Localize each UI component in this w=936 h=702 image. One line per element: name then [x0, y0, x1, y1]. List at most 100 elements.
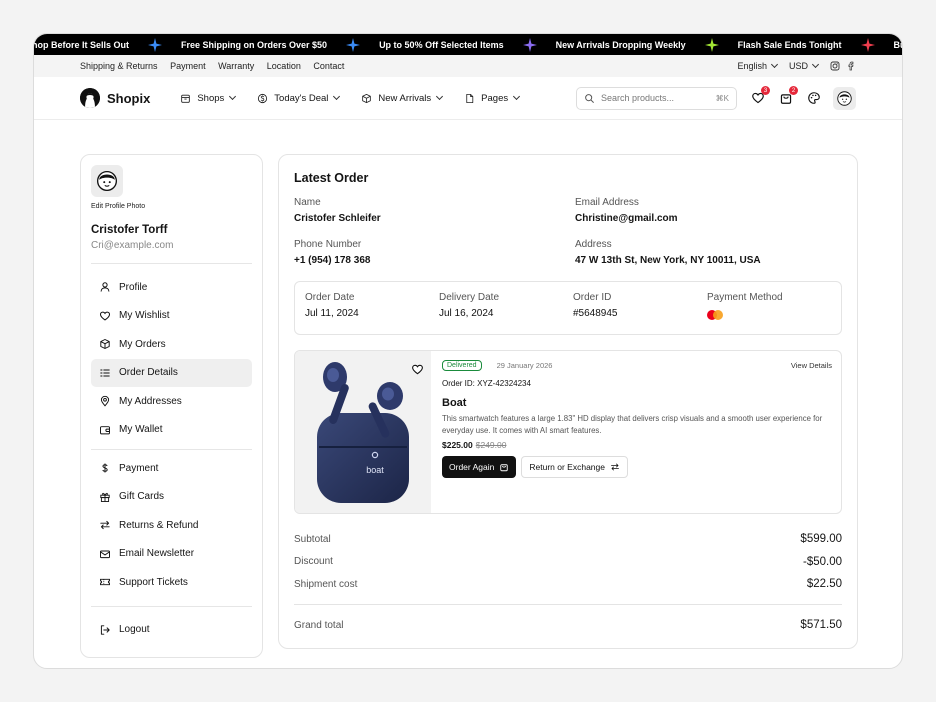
language-value: English: [737, 61, 767, 71]
sidebar-item-orders[interactable]: My Orders: [91, 330, 252, 359]
order-id-label: Order ID: [573, 292, 612, 303]
old-price: $249.00: [475, 440, 507, 451]
sidebar-item-label: Profile: [119, 281, 148, 293]
link-contact[interactable]: Contact: [313, 61, 344, 71]
product-order-id: Order ID: XYZ-42324234: [442, 379, 531, 388]
payment-method-field: Payment Method: [707, 292, 831, 324]
avatar-icon: [837, 90, 852, 106]
brand-name: Shopix: [107, 90, 151, 106]
palette-icon: [808, 92, 820, 104]
sidebar-item-wishlist[interactable]: My Wishlist: [91, 302, 252, 331]
sidebar-item-profile[interactable]: Profile: [91, 273, 252, 302]
order-date-label: Order Date: [305, 292, 355, 303]
product-description: This smartwatch features a large 1.83" H…: [442, 414, 823, 436]
account-avatar-button[interactable]: [833, 86, 856, 110]
heart-icon[interactable]: [411, 363, 424, 376]
heart-icon: [99, 311, 111, 321]
dollar-circle-icon: [258, 93, 268, 103]
gift-icon: [100, 492, 110, 502]
shipment-row: Shipment cost $22.50: [294, 573, 842, 596]
link-shipping-returns[interactable]: Shipping & Returns: [80, 61, 158, 71]
sidebar-item-label: Support Tickets: [119, 576, 188, 588]
brand-logo[interactable]: Shopix: [80, 88, 150, 108]
status-badge: Delivered: [442, 360, 482, 371]
pin-icon: [100, 396, 110, 407]
box-icon: [362, 93, 372, 103]
sparkle-icon: [860, 37, 875, 52]
sidebar-item-support-tickets[interactable]: Support Tickets: [91, 568, 252, 597]
cart-button[interactable]: 2: [777, 86, 798, 107]
utility-links: Shipping & Returns Payment Warranty Loca…: [80, 61, 354, 71]
main-nav: Shops Today's Deal New Arrivals Pages: [180, 92, 521, 104]
nav-shops[interactable]: Shops: [180, 92, 237, 104]
order-again-button[interactable]: Order Again: [442, 456, 517, 479]
product-title: Boat: [442, 397, 467, 409]
current-price: $225.00: [442, 440, 473, 451]
chevron-down-icon: [513, 92, 521, 101]
sidebar-item-newsletter[interactable]: Email Newsletter: [91, 540, 252, 569]
nav-todays-deal[interactable]: Today's Deal: [257, 92, 341, 104]
marquee-item: New Arrivals Dropping Weekly: [556, 37, 738, 52]
theme-button[interactable]: [805, 89, 823, 107]
sidebar-item-wallet[interactable]: My Wallet: [91, 416, 252, 445]
sidebar-item-label: My Wallet: [119, 424, 163, 436]
wishlist-button[interactable]: 3: [749, 86, 770, 107]
shipment-value: $22.50: [806, 578, 842, 591]
return-exchange-button[interactable]: Return or Exchange: [521, 456, 628, 479]
sparkle-icon: [346, 37, 361, 52]
sidebar-item-returns-refund[interactable]: Returns & Refund: [91, 511, 252, 540]
phone-label: Phone Number: [294, 239, 362, 250]
currency-select[interactable]: USD: [789, 60, 820, 71]
link-warranty[interactable]: Warranty: [218, 61, 254, 71]
link-location[interactable]: Location: [267, 61, 301, 71]
name-label: Name: [294, 197, 321, 208]
logout-label: Logout: [119, 624, 150, 636]
grand-total-label: Grand total: [294, 619, 344, 631]
facebook-icon[interactable]: [846, 61, 856, 71]
sidebar-item-gift-cards[interactable]: Gift Cards: [91, 483, 252, 512]
edit-profile-photo-link[interactable]: Edit Profile Photo: [91, 203, 252, 210]
nav-pages[interactable]: Pages: [464, 92, 521, 104]
header-actions: 3 2: [749, 86, 856, 110]
link-payment[interactable]: Payment: [170, 61, 206, 71]
product-info: Delivered 29 January 2026 View Details O…: [412, 351, 841, 513]
marquee-item: Buy 2 Get 1 F: [893, 39, 903, 50]
subtotal-label: Subtotal: [294, 533, 331, 545]
sparkle-icon: [522, 37, 537, 52]
wishlist-count-badge: 3: [761, 86, 770, 95]
nav-shops-label: Shops: [197, 92, 225, 104]
subtotal-row: Subtotal $599.00: [294, 528, 842, 551]
sidebar-item-label: Returns & Refund: [119, 519, 199, 531]
profile-name: Cristofer Torff: [91, 224, 168, 236]
nav-new-arrivals[interactable]: New Arrivals: [361, 93, 444, 104]
delivery-date-field: Delivery Date Jul 16, 2024: [439, 292, 573, 324]
view-details-link[interactable]: View Details: [791, 361, 832, 370]
instagram-icon[interactable]: [830, 61, 840, 71]
cart-count-badge: 2: [789, 86, 798, 95]
announcement-marquee: hop Before It Sells Out Free Shipping on…: [34, 34, 902, 55]
address-label: Address: [575, 239, 612, 250]
sidebar-item-label: Gift Cards: [119, 491, 165, 503]
order-id-field: Order ID #5648945: [573, 292, 707, 324]
grand-total-row: Grand total $571.50: [294, 603, 842, 636]
email-field: Email Address Christine@gmail.com: [575, 197, 842, 224]
chevron-down-icon: [333, 92, 341, 101]
marquee-item: hop Before It Sells Out: [34, 37, 181, 52]
address-value: 47 W 13th St, New York, NY 10011, USA: [575, 255, 761, 266]
order-id-value: #5648945: [573, 308, 618, 319]
search-input[interactable]: Search products... ⌘K: [576, 86, 737, 110]
sparkle-icon: [148, 37, 163, 52]
logout-button[interactable]: Logout: [91, 616, 252, 645]
delivery-date-text: 29 January 2026: [496, 361, 553, 370]
sidebar-item-addresses[interactable]: My Addresses: [91, 387, 252, 416]
shipment-label: Shipment cost: [294, 578, 358, 590]
sidebar-item-label: My Orders: [119, 338, 166, 350]
language-select[interactable]: English: [737, 60, 779, 71]
sidebar-item-order-details[interactable]: Order Details: [91, 358, 252, 387]
sidebar-item-label: Payment: [119, 462, 159, 474]
sidebar-item-payment[interactable]: Payment: [91, 454, 252, 483]
locale-controls: English USD: [737, 60, 856, 71]
profile-photo[interactable]: [91, 165, 123, 197]
product-actions: Order Again Return or Exchange: [442, 456, 832, 479]
email-label: Email Address: [575, 197, 639, 208]
